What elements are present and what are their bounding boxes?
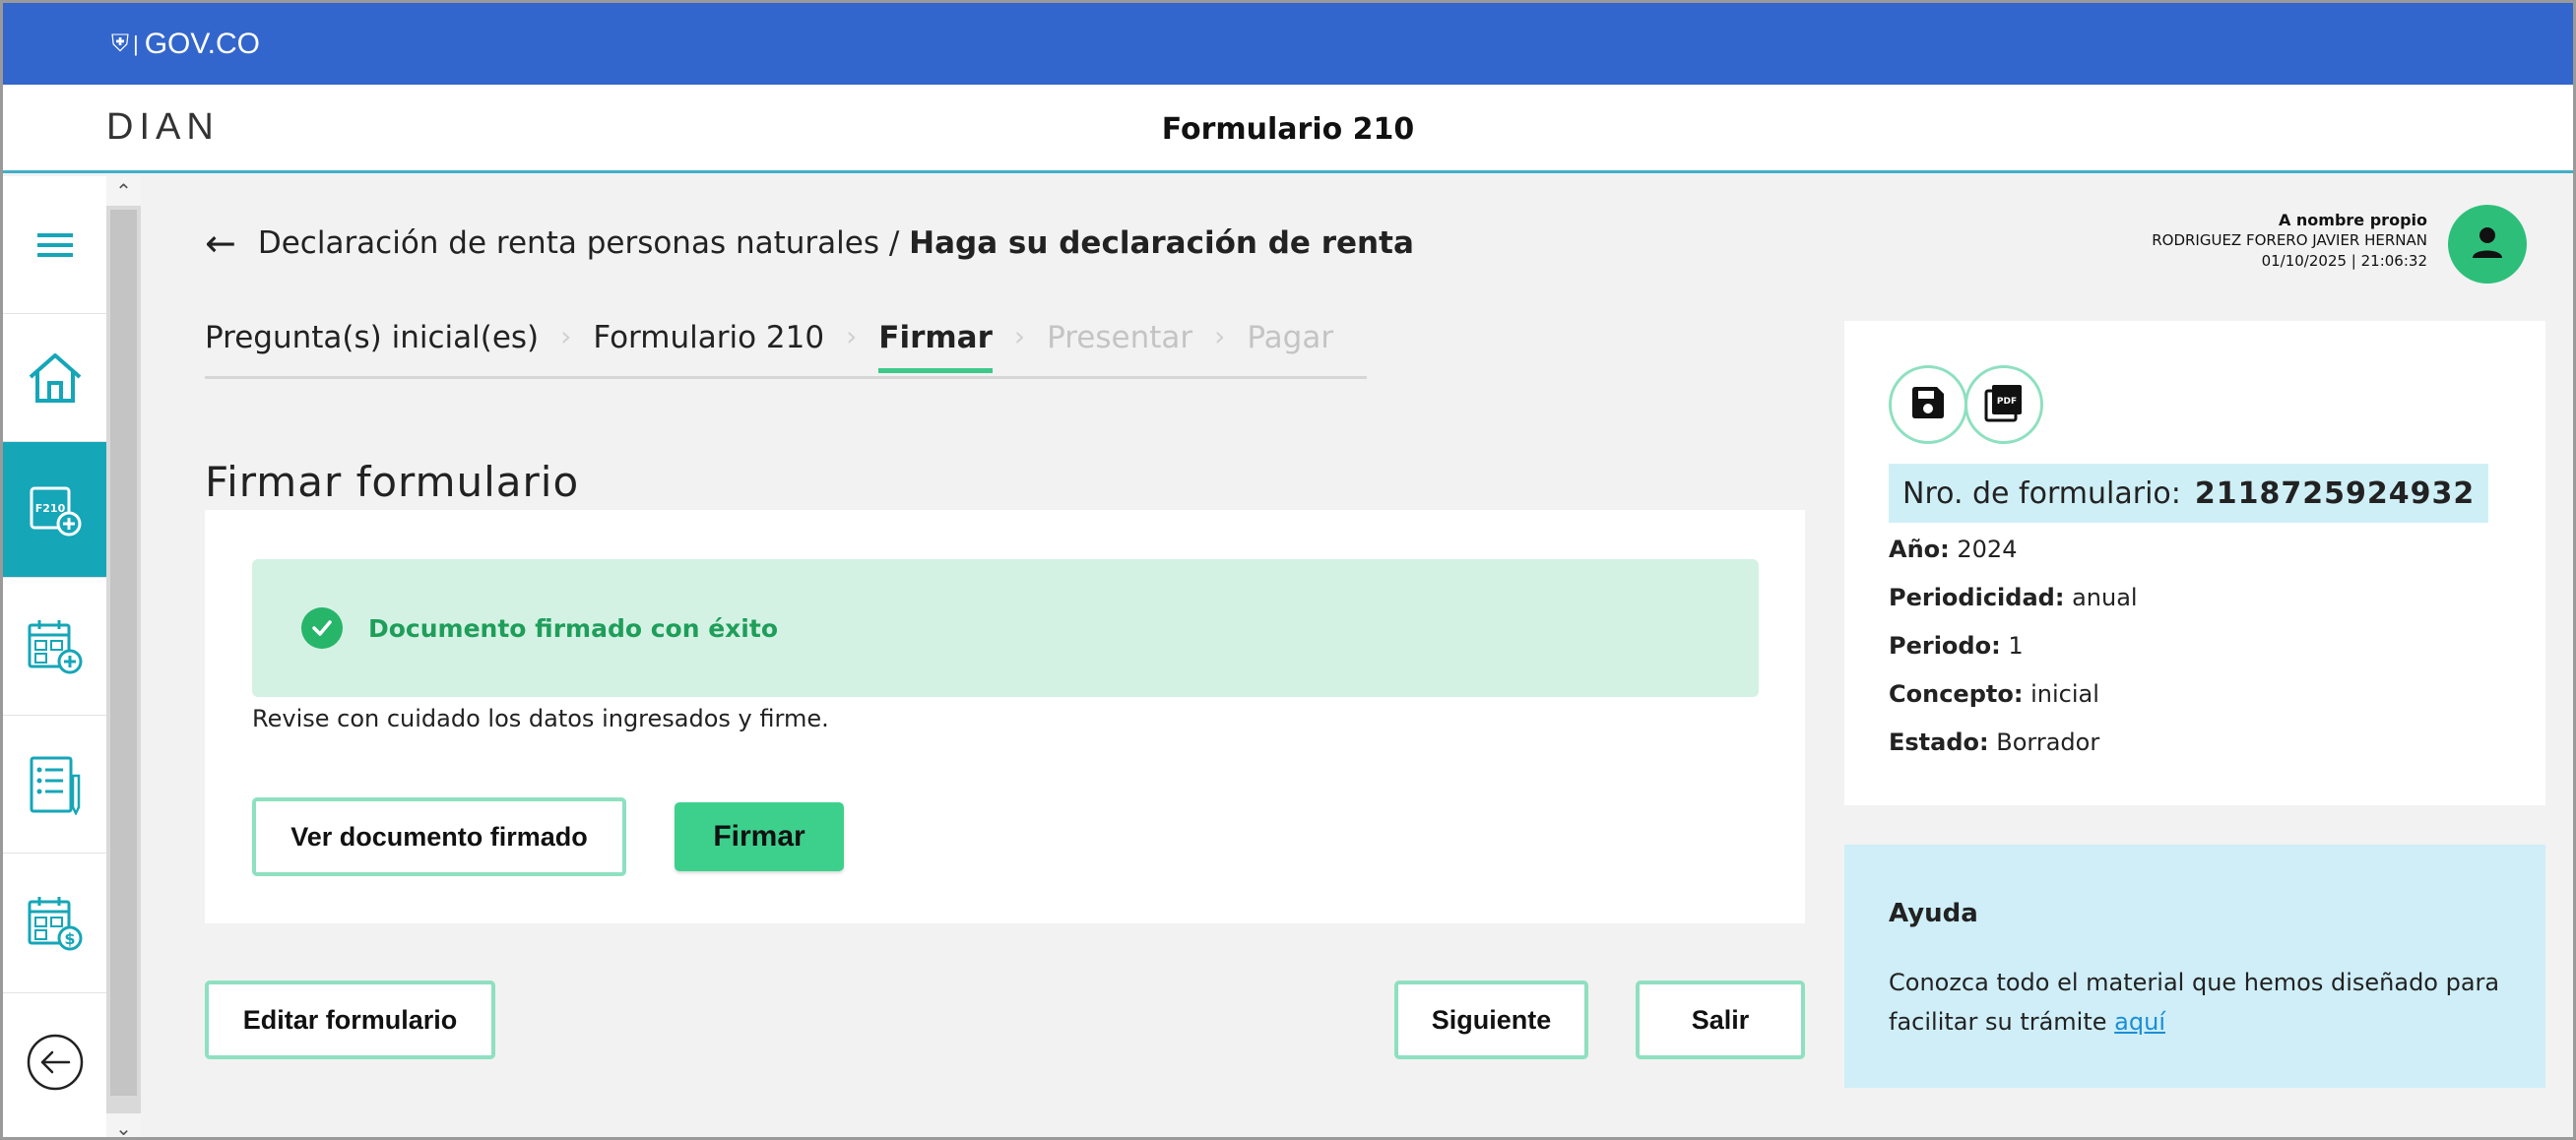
- svg-text:PDF: PDF: [1997, 397, 2017, 407]
- scroll-up-arrow-icon[interactable]: ⌃: [106, 176, 141, 206]
- sign-button[interactable]: Firmar: [675, 802, 844, 871]
- scroll-down-arrow-icon[interactable]: ⌄: [106, 1113, 141, 1137]
- step-formulario[interactable]: Formulario 210: [593, 320, 824, 369]
- chevron-right-icon: ›: [846, 320, 858, 352]
- scrollbar-thumb[interactable]: [110, 210, 137, 1096]
- meta-status: Estado: Borrador: [1889, 728, 2100, 756]
- breadcrumb-parent[interactable]: Declaración de renta personas naturales …: [258, 225, 899, 261]
- meta-period: Periodo: 1: [1889, 632, 2024, 660]
- help-link[interactable]: aquí: [2114, 1008, 2165, 1036]
- edit-form-button[interactable]: Editar formulario: [205, 981, 495, 1059]
- chevron-right-icon: ›: [560, 320, 572, 352]
- form-info-panel: PDF Nro. de formulario: 2118725924932 Añ…: [1844, 321, 2545, 805]
- next-button[interactable]: Siguiente: [1394, 981, 1588, 1059]
- save-icon: [1909, 384, 1947, 425]
- form-number-label: Nro. de formulario:: [1902, 475, 2181, 511]
- save-button[interactable]: [1889, 365, 1967, 444]
- meta-periodicity: Periodicidad: anual: [1889, 584, 2138, 611]
- user-name: RODRIGUEZ FORERO JAVIER HERNAN: [2152, 231, 2427, 249]
- gov-logo[interactable]: ⛨ | GOV.CO: [111, 28, 260, 61]
- help-body: Conozca todo el material que hemos diseñ…: [1889, 963, 2519, 1042]
- sidebar-item-menu[interactable]: [3, 176, 106, 314]
- calendar-payment-icon: $: [27, 894, 84, 953]
- shield-icon: ⛨: [111, 30, 129, 57]
- success-alert: Documento firmado con éxito: [252, 559, 1759, 697]
- step-pagar: Pagar: [1247, 320, 1334, 355]
- form-210-add-icon: F210: [28, 482, 83, 538]
- svg-text:F210: F210: [34, 502, 65, 515]
- sidebar-item-form-210[interactable]: F210: [3, 442, 106, 578]
- back-circle-icon: [26, 1033, 85, 1092]
- home-icon: [27, 350, 84, 406]
- help-title: Ayuda: [1889, 899, 1978, 928]
- pdf-button[interactable]: PDF: [1964, 365, 2043, 444]
- app-header: DIAN Formulario 210: [3, 85, 2573, 173]
- step-preguntas[interactable]: Pregunta(s) inicial(es): [205, 320, 539, 369]
- exit-button[interactable]: Salir: [1636, 981, 1805, 1059]
- user-icon: [2470, 224, 2505, 264]
- instructions-text: Revise con cuidado los datos ingresados …: [252, 705, 829, 732]
- check-circle-icon: [301, 607, 343, 649]
- form-number-badge: Nro. de formulario: 2118725924932: [1889, 464, 2489, 523]
- sidebar: F210 $: [3, 176, 106, 1137]
- user-info: A nombre propio RODRIGUEZ FORERO JAVIER …: [2152, 210, 2427, 272]
- progress-stepper: Pregunta(s) inicial(es) › Formulario 210…: [205, 320, 1367, 379]
- gov-bar: ⛨ | GOV.CO: [3, 3, 2573, 85]
- step-firmar[interactable]: Firmar: [878, 320, 993, 373]
- form-number-value: 2118725924932: [2194, 475, 2476, 511]
- session-datetime: 01/10/2025 | 21:06:32: [2261, 252, 2427, 270]
- step-presentar: Presentar: [1047, 320, 1193, 355]
- meta-year: Año: 2024: [1889, 536, 2018, 563]
- chevron-right-icon: ›: [1214, 320, 1226, 352]
- app-frame: ⛨ | GOV.CO DIAN Formulario 210 F210 $ ⌃ …: [0, 0, 2576, 1140]
- checklist-icon: [28, 754, 83, 815]
- sidebar-item-back[interactable]: [3, 993, 106, 1131]
- view-signed-document-button[interactable]: Ver documento firmado: [252, 797, 626, 876]
- sidebar-item-checklist[interactable]: [3, 716, 106, 854]
- section-title: Firmar formulario: [205, 458, 580, 506]
- gov-logo-text: GOV.CO: [144, 27, 260, 60]
- breadcrumb-current: Haga su declaración de renta: [909, 225, 1414, 261]
- sidebar-item-calendar-add[interactable]: [3, 578, 106, 716]
- sidebar-scrollbar[interactable]: ⌃ ⌄: [106, 176, 141, 1137]
- sidebar-item-home[interactable]: [3, 314, 106, 442]
- breadcrumb: ← Declaración de renta personas naturale…: [205, 222, 1414, 265]
- separator: |: [133, 31, 139, 56]
- sign-card: Documento firmado con éxito Revise con c…: [205, 510, 1805, 923]
- chevron-right-icon: ›: [1013, 320, 1026, 352]
- meta-concept: Concepto: inicial: [1889, 680, 2099, 708]
- pdf-icon: PDF: [1983, 382, 2025, 427]
- help-panel: Ayuda Conozca todo el material que hemos…: [1844, 845, 2545, 1088]
- sidebar-item-calendar-payment[interactable]: $: [3, 854, 106, 993]
- calendar-add-icon: [27, 617, 84, 676]
- svg-text:$: $: [64, 929, 75, 948]
- help-text: Conozca todo el material que hemos diseñ…: [1889, 969, 2500, 1036]
- menu-icon: [36, 231, 73, 259]
- success-message: Documento firmado con éxito: [368, 613, 779, 643]
- back-arrow-icon[interactable]: ←: [205, 222, 236, 265]
- avatar[interactable]: [2448, 205, 2527, 284]
- page-header-title: Formulario 210: [1161, 112, 1415, 147]
- user-mode: A nombre propio: [2278, 211, 2427, 229]
